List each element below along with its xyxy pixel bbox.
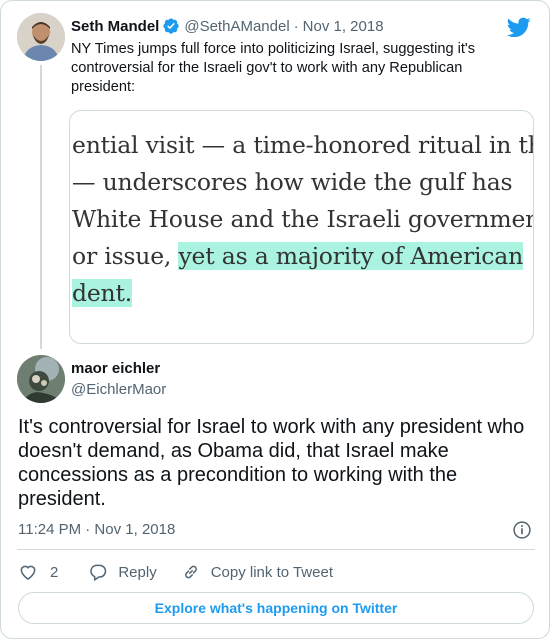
reply-icon	[90, 564, 107, 581]
heart-icon	[20, 565, 36, 580]
copy-link-label: Copy link to Tweet	[210, 563, 333, 581]
clip-text-line: White House and the Israeli government	[72, 205, 534, 233]
parent-tweet-image[interactable]: ential visit — a time-honored ritual in …	[69, 110, 534, 344]
main-author-name[interactable]: maor eichler	[71, 360, 160, 377]
explore-twitter-button[interactable]: Explore what's happening on Twitter	[18, 592, 534, 624]
tweet-actions: 2 Reply Copy link to Tweet	[18, 560, 333, 584]
reply-label: Reply	[118, 563, 157, 581]
header-separator: ·	[293, 17, 299, 35]
like-count: 2	[50, 563, 59, 581]
tweet-embed-card: Seth Mandel @SethAMandel · Nov 1, 2018 N…	[0, 0, 550, 639]
parent-tweet-text: NY Times jumps full force into politiciz…	[71, 41, 476, 95]
actions-divider	[17, 549, 535, 550]
parent-author-avatar[interactable]	[17, 13, 65, 61]
info-icon[interactable]	[512, 520, 532, 540]
clip-text-line: ential visit — a time-honored ritual in …	[72, 131, 534, 159]
clip-text-line: dent.	[72, 278, 132, 308]
clip-text-line: or issue, yet as a majority of American	[72, 242, 524, 270]
main-tweet-text: It's controversial for Israel to work wi…	[18, 416, 525, 510]
link-icon	[184, 565, 197, 579]
main-author-handle[interactable]: @EichlerMaor	[71, 381, 166, 398]
copy-link-button[interactable]: Copy link to Tweet	[181, 562, 333, 582]
clip-highlight: yet as a majority of American	[178, 242, 524, 270]
clip-text-line: — underscores how wide the gulf has	[72, 168, 513, 196]
like-button[interactable]: 2	[18, 562, 58, 582]
main-author-avatar[interactable]	[17, 355, 65, 403]
verified-badge-icon	[163, 18, 180, 34]
parent-author-name[interactable]: Seth Mandel	[71, 18, 159, 35]
clip-highlight: dent.	[72, 279, 132, 307]
parent-tweet-date[interactable]: Nov 1, 2018	[303, 18, 384, 35]
tweet-timestamp[interactable]: 11:24 PM · Nov 1, 2018	[18, 521, 175, 538]
reply-button[interactable]: Reply	[88, 562, 157, 582]
twitter-bird-icon[interactable]	[507, 15, 531, 39]
parent-author-handle[interactable]: @SethAMandel	[184, 18, 289, 35]
parent-tweet-header: Seth Mandel @SethAMandel · Nov 1, 2018	[71, 16, 384, 36]
thread-connector-line	[40, 65, 42, 349]
